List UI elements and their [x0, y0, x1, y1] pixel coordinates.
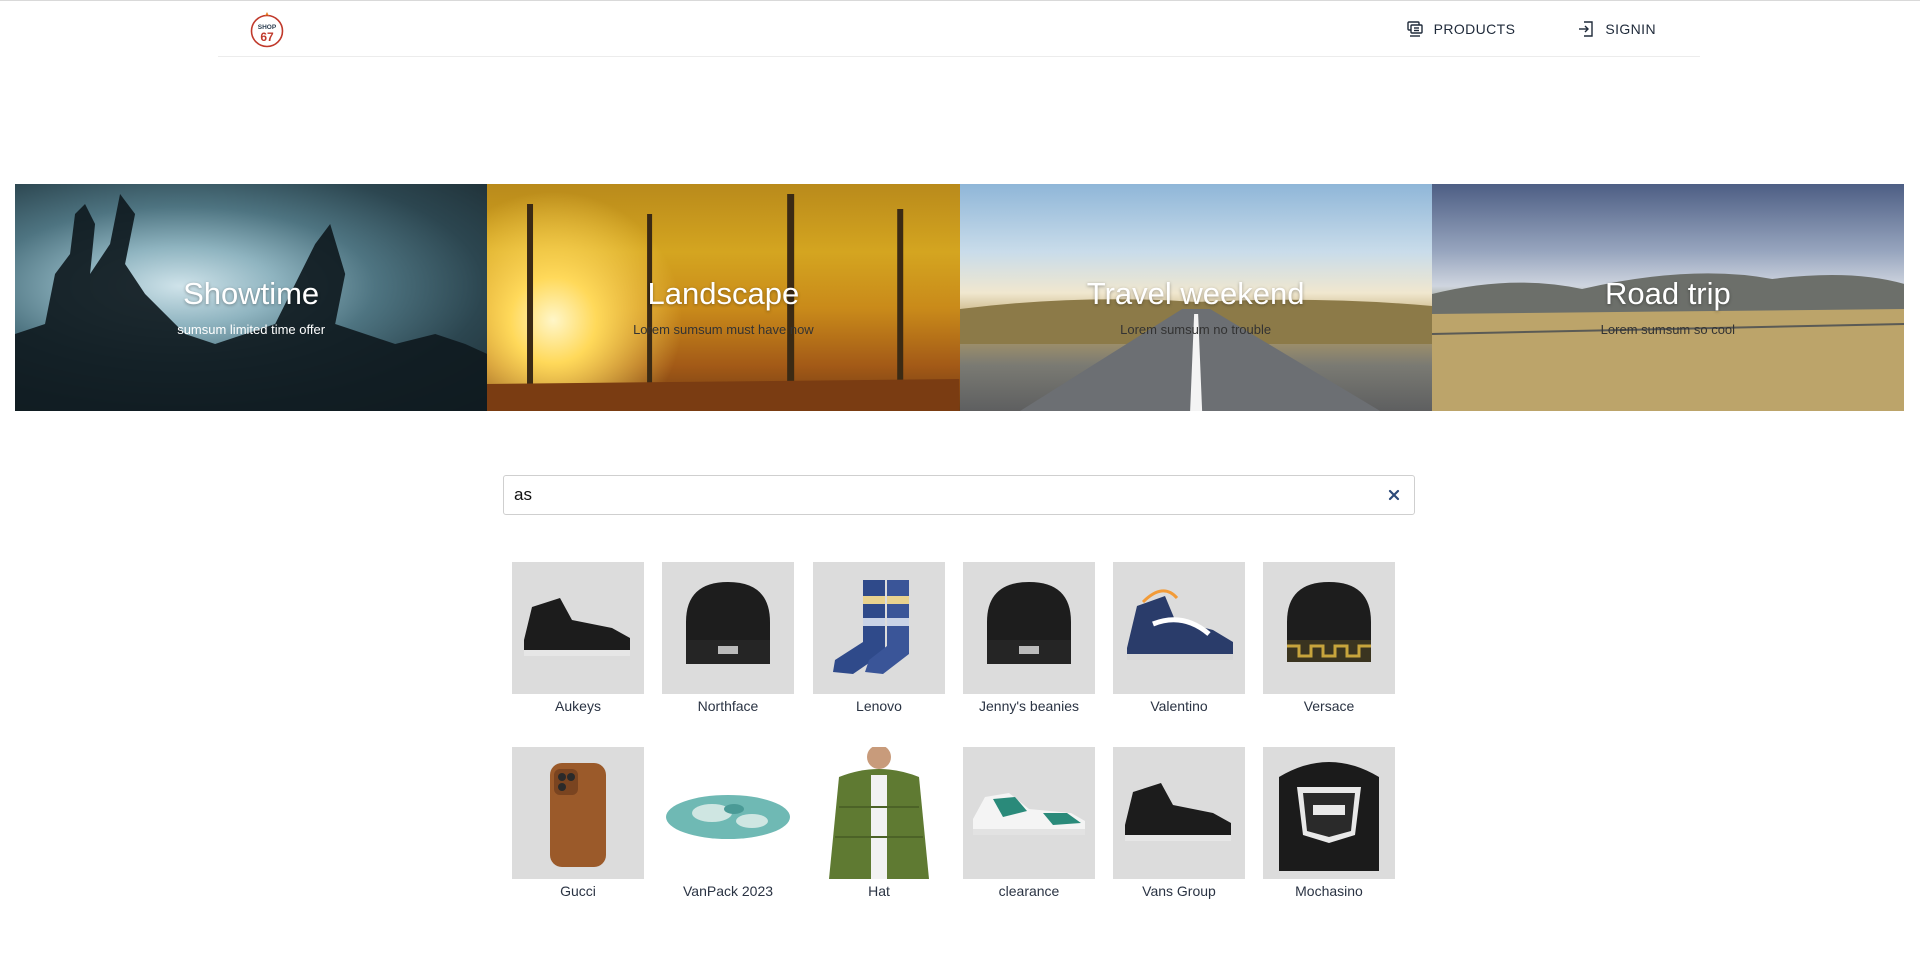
- product-name: Mochasino: [1295, 883, 1363, 899]
- product-name: Northface: [697, 698, 759, 714]
- main-nav: PRODUCTS SIGNIN: [1344, 1, 1700, 57]
- product-name: Aukeys: [555, 698, 601, 714]
- product-card[interactable]: Lenovo: [813, 562, 945, 714]
- sneaker-icon: [973, 793, 1085, 835]
- product-name: Valentino: [1150, 698, 1208, 714]
- product-card[interactable]: Gucci: [512, 747, 644, 899]
- product-name: Versace: [1303, 698, 1355, 714]
- product-name: Hat: [868, 883, 890, 899]
- nav-signin[interactable]: SIGNIN: [1577, 20, 1656, 38]
- product-card[interactable]: Mochasino: [1263, 747, 1395, 899]
- close-icon[interactable]: [1386, 487, 1402, 503]
- banner-subtitle: sumsum limited time offer: [177, 322, 326, 337]
- banner-carousel: Showtime sumsum limited time offer Lands…: [15, 184, 1904, 411]
- product-thumbnail: [512, 747, 644, 879]
- search-box: [503, 475, 1415, 515]
- banner-landscape[interactable]: Landscape Lorem sumsum must have now: [487, 184, 960, 411]
- signin-icon: [1577, 20, 1595, 38]
- nav-products-label: PRODUCTS: [1433, 21, 1516, 37]
- product-name: Vans Group: [1142, 883, 1216, 899]
- product-name: VanPack 2023: [682, 883, 774, 899]
- product-name: clearance: [998, 883, 1060, 899]
- product-card[interactable]: Hat: [813, 747, 945, 899]
- shoe-sole-icon: [666, 795, 790, 839]
- search-input[interactable]: [514, 476, 1374, 514]
- beanie-icon: [1287, 582, 1371, 662]
- product-thumbnail: [1263, 562, 1395, 694]
- site-header: SHOP 67 PRODUCTS SIGNIN: [218, 1, 1700, 57]
- product-card[interactable]: Versace: [1263, 562, 1395, 714]
- banner-title: Landscape: [647, 276, 800, 311]
- product-card[interactable]: Jenny's beanies: [963, 562, 1095, 714]
- beanie-icon: [987, 582, 1071, 664]
- product-name: Lenovo: [856, 698, 902, 714]
- product-thumbnail: [1113, 562, 1245, 694]
- jacket-icon: [829, 747, 929, 879]
- product-thumbnail: [1263, 747, 1395, 879]
- product-thumbnail: [963, 562, 1095, 694]
- beanie-icon: [686, 582, 770, 664]
- products-icon: [1406, 20, 1424, 38]
- banner-title: Road trip: [1604, 276, 1731, 311]
- banner-subtitle: Lorem sumsum so cool: [1600, 322, 1736, 337]
- shop-logo[interactable]: SHOP 67: [250, 10, 284, 48]
- banner-showtime[interactable]: Showtime sumsum limited time offer: [15, 184, 488, 411]
- banner-title: Travel weekend: [1086, 276, 1305, 311]
- product-thumbnail: [1113, 747, 1245, 879]
- product-card[interactable]: Vans Group: [1113, 747, 1245, 899]
- product-name: Jenny's beanies: [979, 698, 1079, 714]
- product-thumbnail: [963, 747, 1095, 879]
- product-card[interactable]: VanPack 2023: [662, 747, 794, 899]
- sneaker-icon: [1127, 589, 1233, 660]
- sneaker-icon: [524, 598, 630, 656]
- phone-case-icon: [550, 763, 606, 867]
- product-card[interactable]: Aukeys: [512, 562, 644, 714]
- nav-signin-label: SIGNIN: [1605, 21, 1656, 37]
- product-card[interactable]: Valentino: [1113, 562, 1245, 714]
- banner-subtitle: Lorem sumsum no trouble: [1120, 322, 1272, 337]
- banner-title: Showtime: [183, 276, 320, 311]
- product-thumbnail: [512, 562, 644, 694]
- product-thumbnail: [662, 562, 794, 694]
- backpack-icon: [1279, 762, 1379, 871]
- product-thumbnail: [662, 747, 794, 879]
- nav-products[interactable]: PRODUCTS: [1406, 20, 1516, 38]
- product-card[interactable]: clearance: [963, 747, 1095, 899]
- product-thumbnail: [813, 747, 945, 879]
- banner-travel-weekend[interactable]: Travel weekend Lorem sumsum no trouble: [959, 184, 1432, 411]
- sneaker-icon: [1125, 783, 1231, 841]
- banner-subtitle: Lorem sumsum must have now: [633, 322, 814, 337]
- banner-road-trip[interactable]: Road trip Lorem sumsum so cool: [1431, 184, 1904, 411]
- product-card[interactable]: Northface: [662, 562, 794, 714]
- product-thumbnail: [813, 562, 945, 694]
- product-name: Gucci: [560, 883, 596, 899]
- socks-icon: [833, 580, 909, 674]
- svg-text:67: 67: [260, 30, 274, 44]
